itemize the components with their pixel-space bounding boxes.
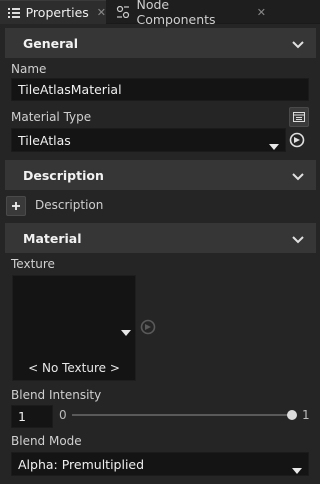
caret-down-icon[interactable] — [121, 325, 131, 339]
slider-min-label: 0 — [59, 408, 67, 422]
section-title: General — [23, 35, 78, 51]
section-general-header[interactable]: General — [5, 28, 316, 58]
blend-intensity-value: 1 — [18, 409, 26, 424]
material-type-value: TileAtlas — [18, 132, 71, 148]
blend-mode-dropdown[interactable]: Alpha: Premultiplied — [11, 452, 309, 476]
revert-arrow-icon — [140, 319, 156, 338]
section-title: Material — [23, 230, 82, 246]
slider-thumb[interactable] — [287, 410, 297, 420]
close-icon[interactable]: ✕ — [257, 6, 266, 19]
chevron-down-icon[interactable] — [292, 169, 304, 184]
name-label: Name — [11, 62, 47, 76]
chevron-down-icon[interactable] — [292, 37, 304, 52]
texture-picker[interactable]: < No Texture > — [12, 275, 136, 381]
caret-down-icon — [269, 138, 279, 153]
description-label: Description — [35, 198, 104, 212]
tab-node-components[interactable]: Node Components ✕ — [106, 0, 266, 27]
window-icon — [293, 112, 305, 122]
texture-value: < No Texture > — [28, 361, 120, 375]
caret-down-icon — [292, 462, 302, 477]
add-description-button[interactable] — [6, 196, 26, 216]
tab-label: Node Components — [136, 0, 216, 27]
material-type-label: Material Type — [11, 110, 92, 124]
blend-mode-label: Blend Mode — [11, 434, 82, 448]
blend-intensity-label: Blend Intensity — [11, 388, 102, 402]
name-field[interactable]: TileAtlasMaterial — [11, 78, 309, 101]
plus-icon — [12, 202, 20, 210]
section-title: Description — [23, 167, 104, 183]
close-icon[interactable]: ✕ — [97, 6, 106, 19]
list-icon — [8, 7, 21, 18]
slider-max-label: 1 — [302, 408, 310, 422]
section-material-header[interactable]: Material — [5, 223, 316, 253]
material-type-dropdown[interactable]: TileAtlas — [11, 128, 286, 152]
tab-properties[interactable]: Properties ✕ — [0, 0, 106, 24]
edit-material-type-button[interactable] — [289, 107, 309, 127]
chevron-down-icon[interactable] — [292, 232, 304, 247]
name-value: TileAtlasMaterial — [18, 82, 122, 97]
revert-arrow-icon[interactable] — [289, 132, 305, 151]
components-icon — [114, 6, 131, 18]
texture-label: Texture — [11, 257, 55, 271]
blend-intensity-input[interactable]: 1 — [11, 405, 53, 428]
blend-intensity-slider[interactable] — [72, 414, 294, 416]
section-description-header[interactable]: Description — [5, 160, 316, 190]
tab-label: Properties — [25, 5, 89, 20]
tab-bar: Properties ✕ Node Components ✕ — [0, 0, 320, 27]
blend-mode-value: Alpha: Premultiplied — [18, 456, 145, 472]
